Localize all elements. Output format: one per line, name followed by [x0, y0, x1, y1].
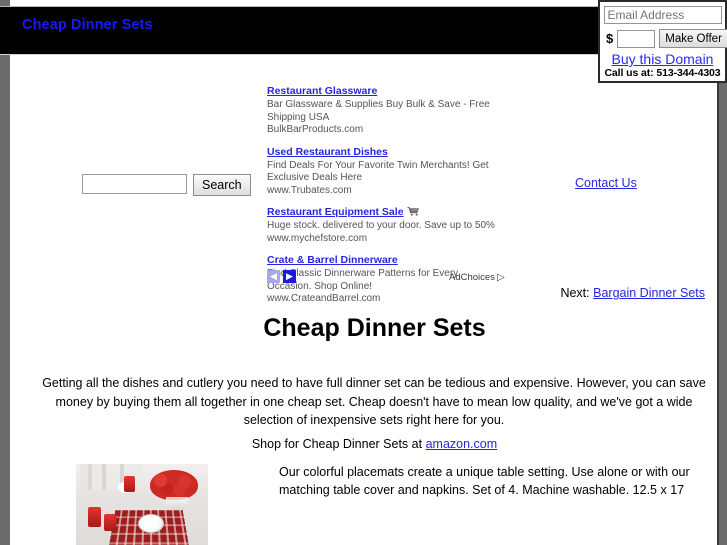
- next-navigation: Next: Bargain Dinner Sets: [560, 286, 705, 300]
- page-title: Cheap Dinner Sets: [263, 314, 486, 342]
- ad-url: www.Trubates.com: [267, 184, 352, 196]
- product-image-red-carnations: [150, 470, 198, 500]
- adchoices-link[interactable]: AdChoices ▷: [449, 272, 505, 283]
- buy-this-domain-link[interactable]: Buy this Domain: [603, 51, 722, 67]
- ad-title-link[interactable]: Crate & Barrel Dinnerware: [267, 254, 398, 266]
- intro-paragraph: Getting all the dishes and cutlery you n…: [42, 376, 706, 427]
- ad-unit: Used Restaurant Dishes Find Deals For Yo…: [267, 143, 502, 198]
- call-us-text: Call us at: 513-344-4303: [604, 67, 721, 79]
- ad-title-link[interactable]: Restaurant Glassware: [267, 85, 377, 97]
- search-area: Search: [82, 174, 251, 196]
- ads-block: Restaurant Glassware Bar Glassware & Sup…: [267, 82, 505, 312]
- ad-url: www.mychefstore.com: [267, 232, 368, 244]
- next-page-link[interactable]: Bargain Dinner Sets: [593, 286, 705, 300]
- product-row: Our colorful placemats create a unique t…: [76, 464, 716, 545]
- ad-unit: Restaurant Equipment Sale Huge stock. de…: [267, 203, 502, 245]
- product-description: Our colorful placemats create a unique t…: [279, 465, 690, 497]
- ad-url: www.CrateandBarrel.com: [267, 293, 381, 304]
- shop-line: Shop for Cheap Dinner Sets at amazon.com: [20, 437, 727, 451]
- email-field[interactable]: [603, 6, 722, 24]
- ad-description: Huge stock. delivered to your door. Save…: [267, 220, 495, 231]
- product-image-candle-middle: [104, 514, 116, 531]
- adchoices-label: AdChoices: [449, 272, 495, 283]
- shop-line-prefix: Shop for Cheap Dinner Sets at: [251, 437, 423, 451]
- ad-title-link[interactable]: Restaurant Equipment Sale: [267, 206, 404, 218]
- ad-pagination: ◀ ▶: [267, 270, 296, 283]
- search-button[interactable]: Search: [193, 174, 251, 196]
- ad-prev-arrow-icon[interactable]: ◀: [267, 270, 280, 283]
- ad-description: Find Deals For Your Favorite Twin Mercha…: [267, 159, 489, 184]
- contact-us-link[interactable]: Contact Us: [575, 176, 637, 190]
- amazon-link[interactable]: amazon.com: [426, 437, 498, 451]
- ad-title-link[interactable]: Used Restaurant Dishes: [267, 146, 388, 158]
- ad-unit: Restaurant Glassware Bar Glassware & Sup…: [267, 82, 502, 137]
- product-image-candle-rear: [124, 476, 135, 492]
- ad-description: Bar Glassware & Supplies Buy Bulk & Save…: [267, 99, 490, 123]
- buy-domain-box: $ Make Offer Buy this Domain Call us at:…: [598, 0, 727, 83]
- product-image-plate: [138, 514, 164, 533]
- offer-row: $ Make Offer: [603, 29, 727, 48]
- dollar-sign-label: $: [606, 31, 614, 46]
- offer-amount-field[interactable]: [617, 29, 656, 48]
- site-title: Cheap Dinner Sets: [22, 17, 153, 33]
- ad-url: BulkBarProducts.com: [267, 124, 364, 135]
- search-input[interactable]: [82, 174, 187, 194]
- adchoices-triangle-icon: ▷: [496, 272, 505, 283]
- make-offer-button[interactable]: Make Offer: [659, 29, 727, 48]
- product-image-candle-left: [88, 507, 101, 527]
- product-image: [76, 464, 208, 545]
- next-prefix: Next:: [560, 286, 590, 300]
- shopping-cart-icon: [407, 204, 420, 219]
- ad-next-arrow-icon[interactable]: ▶: [283, 270, 296, 283]
